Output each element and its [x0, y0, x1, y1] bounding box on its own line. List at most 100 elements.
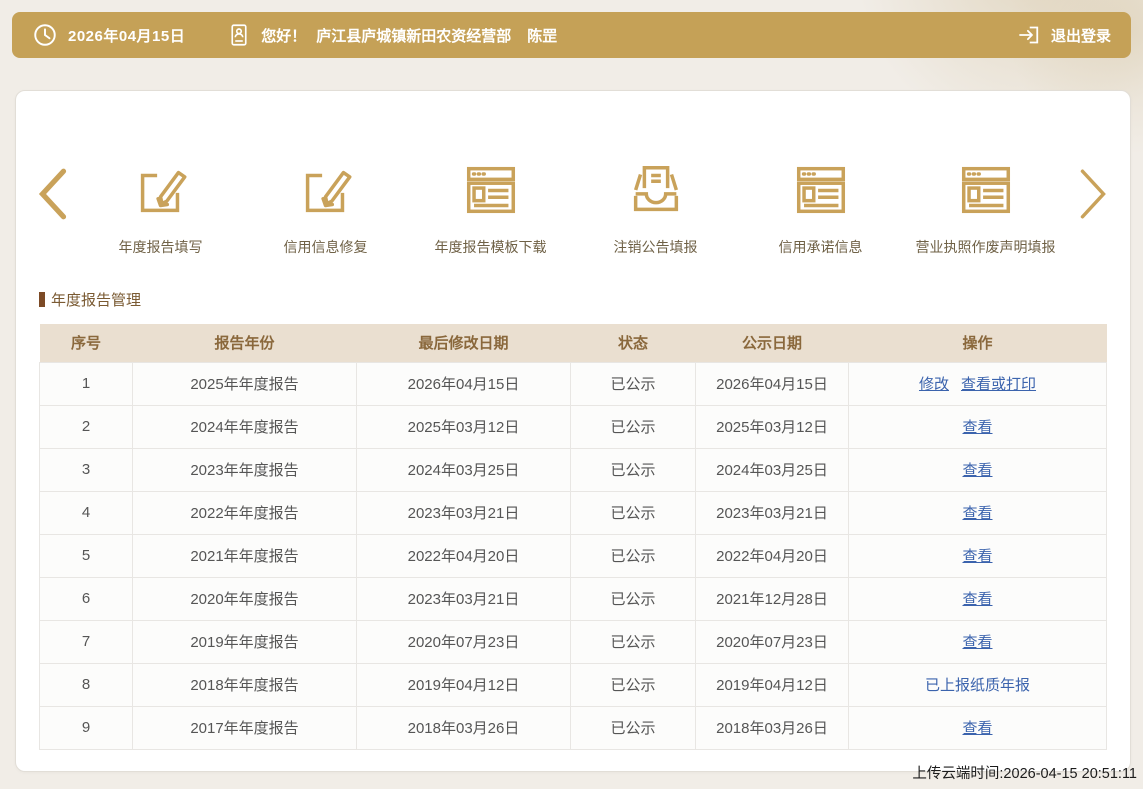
- column-header: 状态: [570, 324, 696, 362]
- current-date: 2026年04月15日: [68, 27, 186, 45]
- last-modified-date: 2018年03月26日: [356, 705, 571, 750]
- status: 已公示: [570, 619, 696, 664]
- table-row: 9 2017年年度报告 2018年03月26日 已公示 2018年03月26日 查看: [39, 705, 1107, 750]
- section-title: 年度报告管理: [39, 289, 141, 310]
- status: 已公示: [570, 361, 696, 406]
- logout-button[interactable]: 退出登录: [1017, 23, 1111, 47]
- table-header-row: 序号 报告年份 最后修改日期 状态 公示日期 操作: [39, 324, 1107, 362]
- report-year: 2017年年度报告: [132, 705, 357, 750]
- edit-square-icon: [295, 159, 357, 221]
- column-header: 最后修改日期: [356, 324, 571, 362]
- feature-carousel: 年度报告填写 信用信息修复 年度报告模板下载 注销公告填报 信用承诺信息 营业执照作废声明…: [78, 151, 1068, 281]
- column-header: 序号: [39, 324, 133, 362]
- report-year: 2020年年度报告: [132, 576, 357, 621]
- row-number: 9: [39, 705, 133, 750]
- carousel-item-label: 信用承诺信息: [778, 239, 863, 255]
- action-link[interactable]: 查看: [962, 591, 992, 608]
- actions-cell: 查看: [848, 447, 1107, 492]
- report-year: 2019年年度报告: [132, 619, 357, 664]
- column-header: 公示日期: [695, 324, 849, 362]
- carousel-prev-button[interactable]: [30, 163, 76, 225]
- action-link[interactable]: 查看: [962, 462, 992, 479]
- row-number: 2: [39, 404, 133, 449]
- report-year: 2021年年度报告: [132, 533, 357, 578]
- browser-doc-icon: [955, 159, 1017, 221]
- actions-cell: 已上报纸质年报: [848, 662, 1107, 707]
- table-row: 7 2019年年度报告 2020年07月23日 已公示 2020年07月23日 查看: [39, 619, 1107, 664]
- browser-doc-icon: [460, 159, 522, 221]
- carousel-item-2[interactable]: 信用信息修复: [243, 151, 408, 257]
- inbox-doc-icon: [625, 159, 687, 221]
- table-row: 8 2018年年度报告 2019年04月12日 已公示 2019年04月12日 已上报纸质…: [39, 662, 1107, 707]
- carousel-item-label: 年度报告模板下载: [434, 239, 547, 255]
- actions-cell: 查看: [848, 576, 1107, 621]
- action-link[interactable]: 查看: [962, 505, 992, 522]
- table-row: 5 2021年年度报告 2022年04月20日 已公示 2022年04月20日 查看: [39, 533, 1107, 578]
- report-year: 2022年年度报告: [132, 490, 357, 535]
- status: 已公示: [570, 447, 696, 492]
- status: 已公示: [570, 705, 696, 750]
- carousel-item-4[interactable]: 注销公告填报: [573, 151, 738, 257]
- publish-date: 2020年07月23日: [695, 619, 849, 664]
- row-number: 6: [39, 576, 133, 621]
- row-number: 5: [39, 533, 133, 578]
- carousel-item-label: 信用信息修复: [283, 239, 368, 255]
- section-bullet-icon: [39, 292, 45, 307]
- status: 已公示: [570, 533, 696, 578]
- carousel-item-3[interactable]: 年度报告模板下载: [408, 151, 573, 257]
- status: 已公示: [570, 662, 696, 707]
- greeting-label: 您好！: [261, 27, 307, 45]
- actions-cell: 修改 查看或打印: [848, 361, 1107, 406]
- last-modified-date: 2025年03月12日: [356, 404, 571, 449]
- carousel-item-5[interactable]: 信用承诺信息: [738, 151, 903, 257]
- publish-date: 2023年03月21日: [695, 490, 849, 535]
- clock-icon: [32, 22, 58, 48]
- chevron-left-icon: [38, 168, 67, 220]
- publish-date: 2025年03月12日: [695, 404, 849, 449]
- browser-doc-icon: [790, 159, 852, 221]
- carousel-item-label: 年度报告填写: [118, 239, 203, 255]
- report-year: 2018年年度报告: [132, 662, 357, 707]
- last-modified-date: 2023年03月21日: [356, 576, 571, 621]
- action-link[interactable]: 查看: [962, 548, 992, 565]
- logout-icon: [1017, 23, 1041, 47]
- table-row: 2 2024年年度报告 2025年03月12日 已公示 2025年03月12日 查看: [39, 404, 1107, 449]
- row-number: 7: [39, 619, 133, 664]
- last-modified-date: 2020年07月23日: [356, 619, 571, 664]
- row-number: 1: [39, 361, 133, 406]
- chevron-right-icon: [1080, 169, 1106, 219]
- carousel-item-6[interactable]: 营业执照作废声明填报: [903, 151, 1068, 257]
- last-modified-date: 2024年03月25日: [356, 447, 571, 492]
- actions-cell: 查看: [848, 533, 1107, 578]
- upload-time-label: 上传云端时间:2026-04-15 20:51:11: [912, 766, 1137, 782]
- main-card: 年度报告填写 信用信息修复 年度报告模板下载 注销公告填报 信用承诺信息 营业执照作废声明…: [15, 90, 1131, 772]
- row-number: 4: [39, 490, 133, 535]
- user-name: 陈罡: [527, 27, 558, 45]
- carousel-item-label: 注销公告填报: [613, 239, 698, 255]
- id-badge-icon: [227, 22, 251, 48]
- publish-date: 2021年12月28日: [695, 576, 849, 621]
- table-row: 1 2025年年度报告 2026年04月15日 已公示 2026年04月15日 修改 查看或…: [39, 361, 1107, 406]
- table-row: 6 2020年年度报告 2023年03月21日 已公示 2021年12月28日 查看: [39, 576, 1107, 621]
- carousel-item-label: 营业执照作废声明填报: [915, 239, 1056, 255]
- action-link[interactable]: 查看: [962, 634, 992, 651]
- column-header: 报告年份: [132, 324, 357, 362]
- publish-date: 2022年04月20日: [695, 533, 849, 578]
- top-bar: 2026年04月15日 您好！ 庐江县庐城镇新田农资经营部 陈罡 退出登录: [12, 12, 1131, 58]
- actions-cell: 查看: [848, 404, 1107, 449]
- actions-cell: 查看: [848, 619, 1107, 664]
- report-year: 2023年年度报告: [132, 447, 357, 492]
- carousel-item-1[interactable]: 年度报告填写: [78, 151, 243, 257]
- action-link[interactable]: 修改: [919, 376, 949, 393]
- carousel-next-button[interactable]: [1070, 163, 1116, 225]
- action-link[interactable]: 查看: [962, 419, 992, 436]
- action-link[interactable]: 查看: [962, 720, 992, 737]
- action-status-link[interactable]: 已上报纸质年报: [925, 677, 1030, 694]
- report-table-body: 1 2025年年度报告 2026年04月15日 已公示 2026年04月15日 修改 查看或…: [39, 361, 1107, 750]
- edit-square-icon: [130, 159, 192, 221]
- actions-cell: 查看: [848, 705, 1107, 750]
- last-modified-date: 2026年04月15日: [356, 361, 571, 406]
- last-modified-date: 2019年04月12日: [356, 662, 571, 707]
- status: 已公示: [570, 490, 696, 535]
- action-link[interactable]: 查看或打印: [961, 376, 1036, 393]
